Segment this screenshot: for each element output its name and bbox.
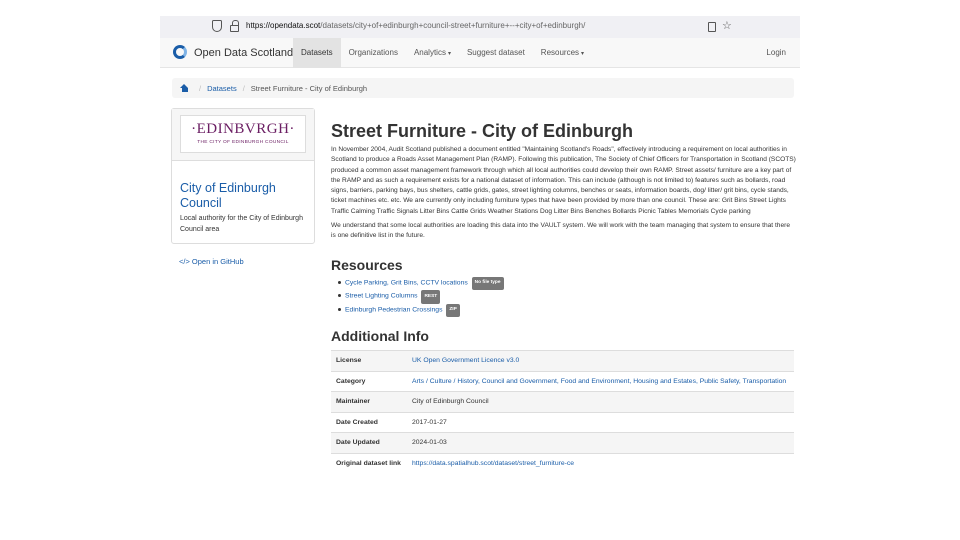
table-row: Maintainer City of Edinburgh Council xyxy=(331,391,794,413)
site-logo-icon[interactable] xyxy=(173,45,187,59)
nav-resources[interactable]: Resources ▾ xyxy=(533,38,592,68)
category-links[interactable]: Arts / Culture / History, Council and Go… xyxy=(412,378,786,385)
dataset-description-note: We understand that some local authoritie… xyxy=(331,222,790,240)
breadcrumb-separator: / xyxy=(199,83,202,93)
license-link[interactable]: UK Open Government Licence v3.0 xyxy=(412,357,519,364)
breadcrumb-current: Street Furniture - City of Edinburgh xyxy=(250,83,368,93)
nav-resources-label: Resources xyxy=(540,48,580,57)
site-brand[interactable]: Open Data Scotland xyxy=(194,47,293,59)
org-logo[interactable]: ·EDINBVRGH· THE CITY OF EDINBURGH COUNCI… xyxy=(180,115,306,153)
resource-link[interactable]: Cycle Parking, Grit Bins, CCTV locations xyxy=(345,279,468,286)
url-path: /datasets/city+of+edinburgh+council-stre… xyxy=(320,21,586,30)
resource-item: Edinburgh Pedestrian Crossings ZIP xyxy=(338,303,796,318)
nav-analytics-label: Analytics xyxy=(413,48,446,57)
nav-links: Datasets Organizations Analytics ▾ Sugges… xyxy=(293,38,592,68)
url-icons xyxy=(212,20,239,32)
dataset-description: In November 2004, Audit Scotland publish… xyxy=(331,146,796,215)
breadcrumb: / Datasets / Street Furniture - City of … xyxy=(172,78,794,98)
nav-analytics[interactable]: Analytics ▾ xyxy=(406,38,459,68)
org-logo-subtitle: THE CITY OF EDINBURGH COUNCIL xyxy=(197,140,289,145)
resource-link[interactable]: Street Lighting Columns xyxy=(345,293,418,300)
open-in-github-link[interactable]: </> Open in GitHub xyxy=(179,257,244,266)
breadcrumb-separator: / xyxy=(242,83,245,93)
caret-down-icon: ▾ xyxy=(447,51,451,57)
info-value: Arts / Culture / History, Council and Go… xyxy=(407,370,794,392)
lock-icon[interactable] xyxy=(230,20,239,32)
info-key: License xyxy=(331,350,407,372)
home-icon[interactable] xyxy=(180,84,189,92)
browser-address-bar[interactable]: https://opendata.scot/datasets/city+of+e… xyxy=(160,16,800,38)
url-text[interactable]: https://opendata.scot/datasets/city+of+e… xyxy=(246,21,585,30)
login-link[interactable]: Login xyxy=(766,38,786,68)
org-logo-wordmark: ·EDINBVRGH· xyxy=(191,121,295,137)
info-value: https://data.spatialhub.scot/dataset/str… xyxy=(407,452,794,474)
info-key: Date Updated xyxy=(331,432,407,454)
resource-item: Cycle Parking, Grit Bins, CCTV locations… xyxy=(338,276,796,291)
breadcrumb-datasets[interactable]: Datasets xyxy=(207,84,237,93)
info-value: UK Open Government Licence v3.0 xyxy=(407,350,794,372)
url-host: https://opendata.scot xyxy=(246,21,321,30)
bookmark-star-icon[interactable]: ☆ xyxy=(722,19,732,33)
resource-item: Street Lighting Columns REST xyxy=(338,290,796,304)
original-dataset-link[interactable]: https://data.spatialhub.scot/dataset/str… xyxy=(412,460,574,467)
date-updated-value: 2024-01-03 xyxy=(407,432,794,454)
resource-format-badge: No file type xyxy=(471,276,504,291)
org-logo-area: ·EDINBVRGH· THE CITY OF EDINBURGH COUNCI… xyxy=(172,109,314,161)
info-key: Maintainer xyxy=(331,391,407,413)
reader-view-icon[interactable] xyxy=(708,22,716,32)
organization-card: ·EDINBVRGH· THE CITY OF EDINBURGH COUNCI… xyxy=(171,108,315,244)
page-title: Street Furniture - City of Edinburgh xyxy=(331,121,633,141)
resources-list: Cycle Parking, Grit Bins, CCTV locations… xyxy=(331,276,796,318)
resource-format-badge: REST xyxy=(421,290,441,304)
resources-heading: Resources xyxy=(331,256,403,273)
caret-down-icon: ▾ xyxy=(581,51,585,57)
info-key: Date Created xyxy=(331,411,407,433)
info-key: Original dataset link xyxy=(331,452,407,474)
nav-organizations[interactable]: Organizations xyxy=(341,38,406,68)
additional-info-heading: Additional Info xyxy=(331,328,429,345)
resource-link[interactable]: Edinburgh Pedestrian Crossings xyxy=(345,306,442,313)
resource-format-badge: ZIP xyxy=(446,303,460,318)
site-navbar: Open Data Scotland Datasets Organization… xyxy=(160,38,800,68)
additional-info-table: License UK Open Government Licence v3.0 … xyxy=(331,350,794,474)
date-created-value: 2017-01-27 xyxy=(407,411,794,433)
table-row: Original dataset link https://data.spati… xyxy=(331,452,794,474)
info-key: Category xyxy=(331,370,407,392)
org-description: Local authority for the City of Edinburg… xyxy=(180,215,303,233)
nav-datasets[interactable]: Datasets xyxy=(293,38,341,68)
shield-icon[interactable] xyxy=(212,20,222,32)
table-row: Date Created 2017-01-27 xyxy=(331,411,794,433)
table-row: Date Updated 2024-01-03 xyxy=(331,432,794,454)
nav-suggest-dataset[interactable]: Suggest dataset xyxy=(459,38,533,68)
maintainer-value: City of Edinburgh Council xyxy=(407,391,794,413)
main-content: Street Furniture - City of Edinburgh In … xyxy=(331,120,796,474)
org-name-link[interactable]: City of Edinburgh Council xyxy=(180,181,310,211)
table-row: Category Arts / Culture / History, Counc… xyxy=(331,370,794,392)
table-row: License UK Open Government Licence v3.0 xyxy=(331,350,794,372)
